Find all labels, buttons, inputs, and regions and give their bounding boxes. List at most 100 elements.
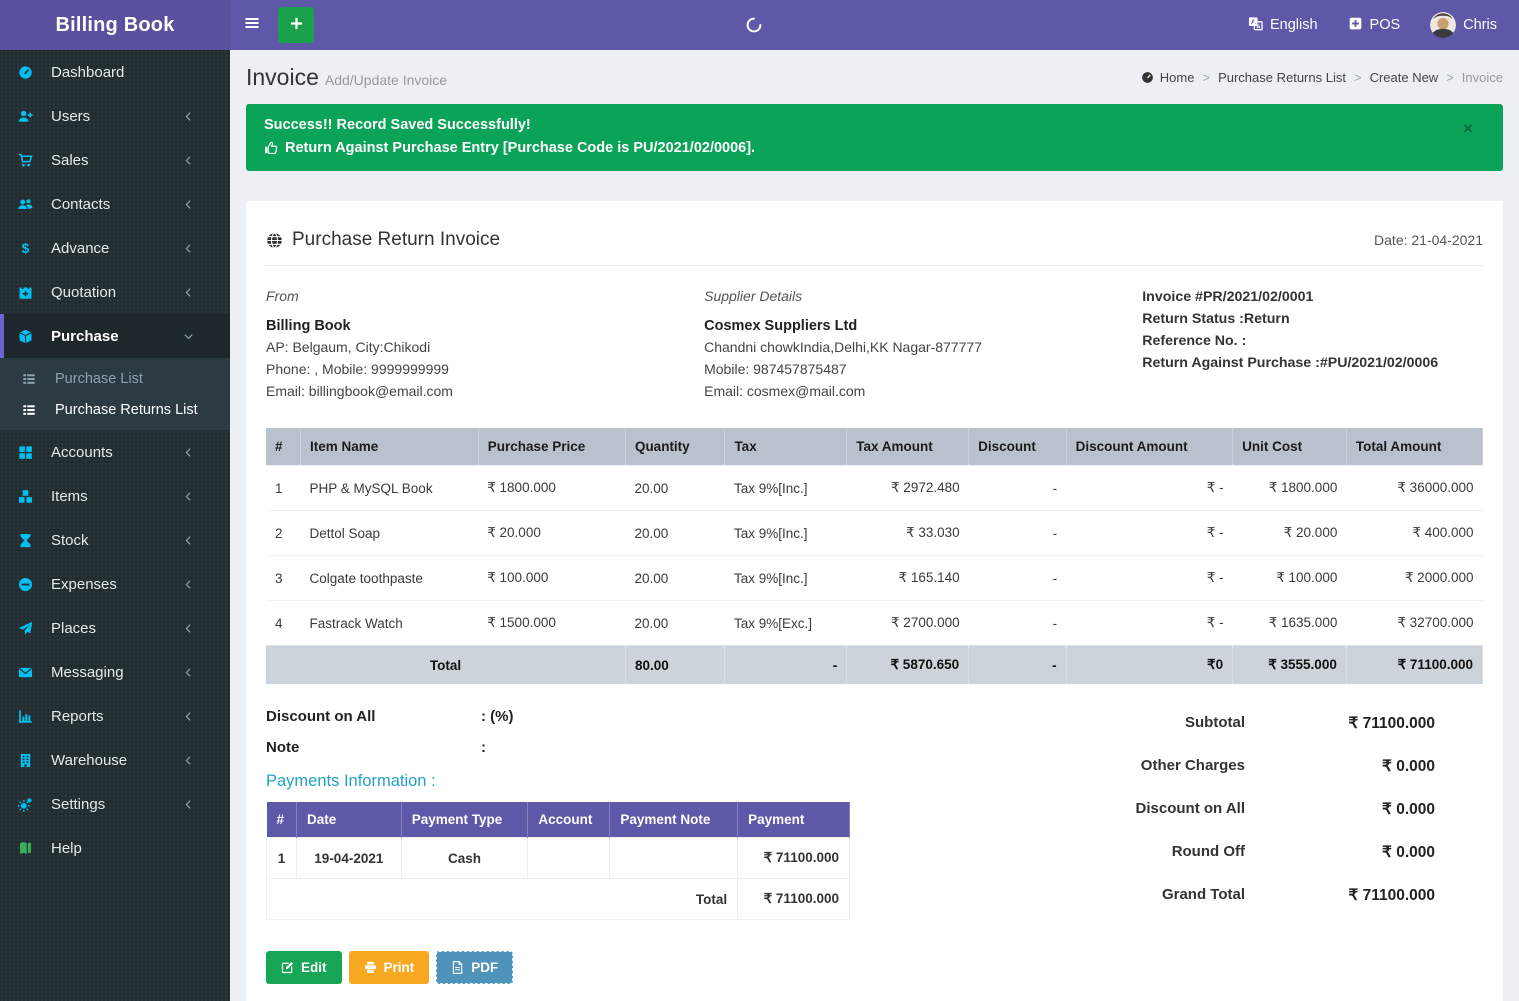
- chevron-left-icon: [183, 243, 207, 254]
- breadcrumb-item-purchase-returns-list[interactable]: Purchase Returns List: [1218, 70, 1346, 85]
- summary-row-discount-on-all: Discount on All₹ 0.000: [1013, 800, 1435, 819]
- supplier-name: Cosmex Suppliers Ltd: [704, 315, 1142, 337]
- cubes-icon: [18, 489, 42, 504]
- sidebar-item-dashboard[interactable]: Dashboard: [0, 50, 230, 94]
- users-icon: [18, 197, 42, 212]
- invoice-meta: Invoice #PR/2021/02/0001Return Status :R…: [1142, 286, 1483, 402]
- item-cell: ₹ 36000.000: [1346, 466, 1482, 511]
- breadcrumb-item-home[interactable]: Home: [1141, 70, 1195, 85]
- sidebar-item-stock[interactable]: Stock: [0, 518, 230, 562]
- page-subtitle: Add/Update Invoice: [325, 72, 447, 88]
- language-menu[interactable]: Aa English: [1248, 16, 1318, 35]
- pos-button[interactable]: POS: [1348, 16, 1401, 35]
- user-name: Chris: [1463, 17, 1497, 33]
- chevron-left-icon: [183, 667, 207, 678]
- globe-icon: [266, 232, 283, 249]
- edit-button[interactable]: Edit: [266, 951, 342, 984]
- sidebar-item-advance[interactable]: $Advance: [0, 226, 230, 270]
- sidebar-item-items[interactable]: Items: [0, 474, 230, 518]
- sidebar-item-users[interactable]: Users: [0, 94, 230, 138]
- payments-total-row: Total₹ 71100.000: [267, 879, 850, 920]
- items-total-cell: -: [725, 646, 847, 685]
- summary-row-round-off: Round Off₹ 0.000: [1013, 843, 1435, 862]
- sidebar-item-help[interactable]: Help: [0, 826, 230, 870]
- invoice-title-text: Purchase Return Invoice: [292, 229, 500, 251]
- sidebar-item-label: Purchase Returns List: [55, 402, 198, 418]
- sidebar-item-expenses[interactable]: Expenses: [0, 562, 230, 606]
- language-label: English: [1270, 17, 1318, 33]
- discount-on-all-value: : (%): [481, 708, 514, 725]
- invoice-panel: Purchase Return Invoice Date: 21-04-2021…: [246, 201, 1503, 1001]
- plus-icon: [289, 16, 304, 35]
- item-cell: Tax 9%[Inc.]: [725, 511, 847, 556]
- pdf-button[interactable]: PDF: [436, 951, 513, 984]
- sidebar-item-messaging[interactable]: Messaging: [0, 650, 230, 694]
- sidebar-item-purchase[interactable]: Purchase: [0, 314, 230, 358]
- sidebar-item-quotation[interactable]: Quotation: [0, 270, 230, 314]
- item-cell: ₹ 33.030: [847, 511, 969, 556]
- summary-label: Subtotal: [1015, 714, 1245, 733]
- invoice-parties: From Billing Book AP: Belgaum, City:Chik…: [266, 266, 1483, 428]
- sidebar-item-label: Expenses: [51, 576, 117, 593]
- app-logo[interactable]: Billing Book: [0, 0, 230, 50]
- sidebar-item-label: Purchase: [51, 328, 119, 345]
- item-cell: 20.00: [625, 601, 725, 646]
- sidebar-item-contacts[interactable]: Contacts: [0, 182, 230, 226]
- sidebar-item-accounts[interactable]: Accounts: [0, 430, 230, 474]
- dashboard-icon: [18, 65, 42, 80]
- sidebar-item-reports[interactable]: Reports: [0, 694, 230, 738]
- sidebar-item-places[interactable]: Places: [0, 606, 230, 650]
- item-cell: ₹ 165.140: [847, 556, 969, 601]
- item-cell: -: [969, 511, 1066, 556]
- edit-icon: [281, 961, 294, 974]
- chevron-left-icon: [183, 199, 207, 210]
- payments-col-header: Payment Type: [401, 802, 528, 838]
- alert-close-button[interactable]: ×: [1463, 120, 1473, 137]
- sidebar: DashboardUsers Sales Contacts$AdvanceQuota…: [0, 50, 230, 1001]
- item-row: 4Fastrack Watch₹ 1500.00020.00Tax 9%[Exc…: [266, 601, 1483, 646]
- chevron-left-icon: [183, 711, 207, 722]
- breadcrumb: Home>Purchase Returns List>Create New>In…: [1141, 70, 1503, 85]
- breadcrumb-item-create-new[interactable]: Create New: [1370, 70, 1439, 85]
- item-cell: ₹ 20.000: [1233, 511, 1347, 556]
- invoice-title-row: Purchase Return Invoice Date: 21-04-2021: [266, 221, 1483, 266]
- success-alert: × Success!! Record Saved Successfully! R…: [246, 104, 1503, 171]
- sidebar-toggle-button[interactable]: [230, 0, 274, 50]
- supplier-line: Chandni chowkIndia,Delhi,KK Nagar-877777: [704, 337, 1142, 359]
- payment-cell: [610, 838, 738, 879]
- breadcrumb-separator: >: [1202, 70, 1210, 85]
- alert-line2-text: Return Against Purchase Entry [Purchase …: [285, 140, 755, 156]
- item-cell: -: [969, 601, 1066, 646]
- sidebar-item-purchase-returns-list[interactable]: Purchase Returns List: [0, 394, 230, 425]
- page-title-text: Invoice: [246, 64, 319, 90]
- item-cell: ₹ 20.000: [478, 511, 625, 556]
- items-col-header: Unit Cost: [1233, 428, 1347, 466]
- chevron-left-icon: [183, 491, 207, 502]
- from-details: From Billing Book AP: Belgaum, City:Chik…: [266, 286, 704, 402]
- sidebar-item-label: Messaging: [51, 664, 124, 681]
- user-menu[interactable]: Chris: [1430, 12, 1497, 38]
- summary-value: ₹ 0.000: [1245, 757, 1435, 776]
- items-col-header: Tax Amount: [847, 428, 969, 466]
- payments-header-row: #DatePayment TypeAccountPayment NotePaym…: [267, 802, 850, 838]
- sidebar-item-sales[interactable]: Sales: [0, 138, 230, 182]
- quick-add-button[interactable]: [278, 7, 314, 43]
- sidebar-item-label: Accounts: [51, 444, 113, 461]
- sidebar-item-warehouse[interactable]: Warehouse: [0, 738, 230, 782]
- chevron-left-icon: [183, 287, 207, 298]
- summary-value: ₹ 0.000: [1245, 843, 1435, 862]
- payments-table: #DatePayment TypeAccountPayment NotePaym…: [266, 802, 850, 920]
- items-col-header: Item Name: [301, 428, 479, 466]
- payment-cell: [528, 838, 610, 879]
- sidebar-item-label: Sales: [51, 152, 89, 169]
- list-icon: [22, 403, 46, 417]
- page-title: Invoice Add/Update Invoice: [246, 64, 447, 91]
- pos-plus-square-icon: [1348, 16, 1363, 35]
- item-cell: 3: [266, 556, 301, 601]
- gears-icon: [18, 797, 42, 812]
- sidebar-item-label: Reports: [51, 708, 104, 725]
- sidebar-item-purchase-list[interactable]: Purchase List: [0, 363, 230, 394]
- sidebar-item-settings[interactable]: Settings: [0, 782, 230, 826]
- topbar: Billing Book Aa English POS Chris: [0, 0, 1519, 50]
- print-button[interactable]: Print: [349, 951, 430, 984]
